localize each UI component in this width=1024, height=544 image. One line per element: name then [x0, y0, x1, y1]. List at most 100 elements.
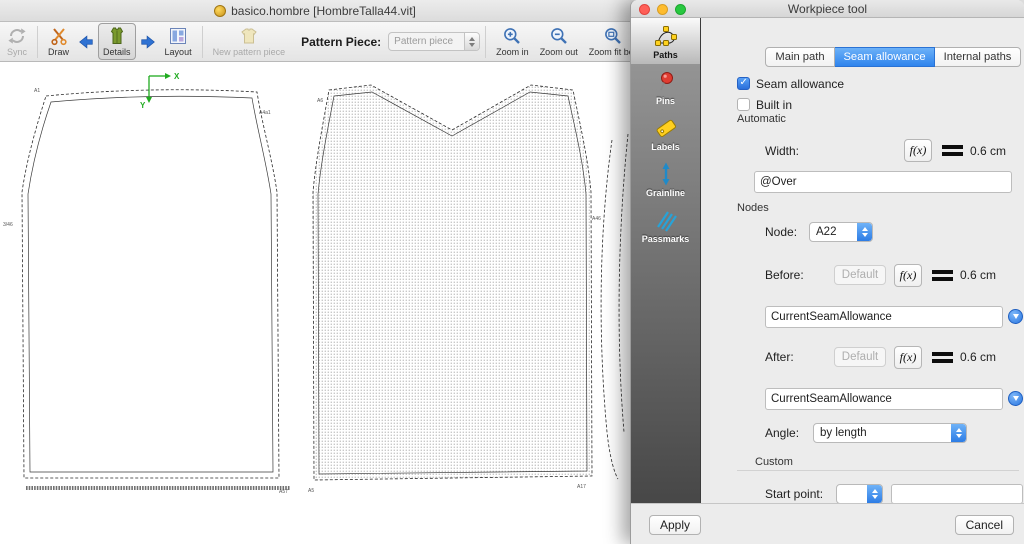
- zoom-fit-icon: [603, 26, 623, 46]
- layout-grid-icon: [168, 26, 188, 46]
- sync-label: Sync: [7, 47, 28, 57]
- close-window-icon[interactable]: [639, 3, 650, 15]
- pattern-piece-caption: Pattern Piece:: [301, 34, 382, 49]
- width-value: 0.6 cm: [970, 144, 1007, 158]
- pattern-app-window: basico.hombre [HombreTalla44.vit] Sync D…: [0, 0, 630, 544]
- sidebar-label-passmarks: Passmarks: [641, 233, 690, 244]
- sidebar-item-labels[interactable]: Labels: [631, 110, 700, 156]
- details-vest-icon: [107, 26, 127, 46]
- after-formula-button[interactable]: f(x): [894, 346, 922, 369]
- workpiece-tool-dialog: Workpiece tool Paths Pins Labels Grainli…: [630, 0, 1024, 544]
- grainline-arrow-icon: [653, 161, 679, 187]
- layout-label: Layout: [164, 47, 192, 57]
- sync-icon: [7, 26, 27, 46]
- zoom-fit-best-button[interactable]: Zoom fit bes: [584, 23, 630, 60]
- seam-allowance-checkbox[interactable]: [737, 77, 750, 90]
- group-divider: [737, 470, 1019, 471]
- pattern-piece-front[interactable]: [312, 84, 593, 481]
- document-icon: [214, 4, 227, 17]
- width-formula-button[interactable]: f(x): [904, 139, 932, 162]
- after-label: After:: [765, 350, 794, 364]
- start-point-label: Start point:: [765, 487, 824, 501]
- axis-y-label: Y: [140, 101, 146, 110]
- details-mode-button[interactable]: Details: [98, 23, 136, 60]
- pattern-piece-combobox[interactable]: Pattern piece: [388, 32, 481, 51]
- new-pattern-piece-label: New pattern piece: [212, 47, 286, 57]
- minimize-window-icon[interactable]: [657, 3, 668, 15]
- pattern-piece-back[interactable]: [21, 89, 290, 490]
- start-point-input[interactable]: [891, 484, 1023, 503]
- sidebar-label-paths: Paths: [653, 49, 678, 60]
- tab-main-path[interactable]: Main path: [765, 47, 835, 67]
- sidebar-item-pins[interactable]: Pins: [631, 64, 700, 110]
- width-formula-input[interactable]: [754, 171, 1012, 193]
- width-label: Width:: [765, 144, 800, 158]
- point-label: 3/46: [3, 222, 13, 228]
- after-formula-input[interactable]: [765, 388, 1003, 410]
- zoom-fit-label: Zoom fit bes: [588, 47, 630, 57]
- start-point-combobox-value: [837, 485, 867, 503]
- apply-button[interactable]: Apply: [649, 515, 702, 535]
- line-weight-icon[interactable]: [942, 143, 963, 158]
- tab-seam-allowance[interactable]: Seam allowance: [835, 47, 935, 67]
- point-label: A4a1: [259, 110, 271, 116]
- expand-formula-icon[interactable]: [1008, 309, 1023, 324]
- point-label: A46: [592, 216, 601, 222]
- main-window-titlebar[interactable]: basico.hombre [HombreTalla44.vit]: [0, 0, 630, 22]
- sidebar-item-grainline[interactable]: Grainline: [631, 156, 700, 202]
- built-in-checkbox-label: Built in: [756, 97, 793, 112]
- zoom-out-button[interactable]: Zoom out: [535, 23, 583, 60]
- node-combobox[interactable]: A22: [809, 222, 873, 242]
- point-label: A1: [34, 88, 40, 94]
- line-weight-icon[interactable]: [932, 268, 953, 283]
- point-label: A17: [577, 484, 586, 490]
- cancel-button[interactable]: Cancel: [954, 515, 1014, 535]
- draw-mode-button[interactable]: Draw: [43, 23, 74, 60]
- expand-formula-icon[interactable]: [1008, 391, 1023, 406]
- pattern-piece-combobox-value: Pattern piece: [394, 36, 454, 47]
- sidebar-item-paths[interactable]: Paths: [631, 18, 700, 64]
- built-in-checkbox[interactable]: [737, 98, 750, 111]
- pattern-piece-partial[interactable]: [600, 133, 629, 480]
- before-formula-button[interactable]: f(x): [894, 264, 922, 287]
- point-label: A57: [279, 489, 288, 495]
- automatic-group-label: Automatic: [737, 113, 786, 125]
- dialog-titlebar[interactable]: Workpiece tool: [631, 0, 1024, 18]
- sync-button[interactable]: Sync: [2, 23, 32, 60]
- combobox-stepper-icon: [867, 485, 882, 503]
- sidebar-label-grainline: Grainline: [645, 187, 685, 198]
- angle-combobox-value: by length: [820, 427, 867, 439]
- combobox-stepper-icon: [464, 33, 480, 50]
- zoom-in-label: Zoom in: [496, 47, 529, 57]
- before-formula-input[interactable]: [765, 306, 1003, 328]
- zoom-window-icon[interactable]: [675, 3, 686, 15]
- dialog-body: Paths Pins Labels Grainline Passmarks Ma…: [631, 18, 1024, 503]
- toolbar-separator: [201, 25, 203, 58]
- traffic-lights: [639, 3, 686, 15]
- start-point-combobox[interactable]: [836, 484, 883, 503]
- origin-axis-icon: X Y: [140, 72, 180, 110]
- before-default-button[interactable]: Default: [834, 265, 886, 285]
- passmarks-icon: [653, 207, 679, 233]
- new-pattern-piece-button[interactable]: New pattern piece: [208, 23, 291, 60]
- after-value: 0.6 cm: [960, 350, 997, 364]
- pin-icon: [653, 69, 679, 95]
- zoom-out-label: Zoom out: [539, 47, 578, 57]
- combobox-stepper-icon: [857, 223, 872, 241]
- mode-arrow-right-icon: [139, 33, 157, 51]
- custom-group-label: Custom: [755, 456, 793, 468]
- tab-internal-paths[interactable]: Internal paths: [935, 47, 1021, 67]
- mode-arrow-left-icon: [77, 33, 95, 51]
- path-tabs: Main path Seam allowance Internal paths: [765, 47, 1021, 67]
- main-window-title: basico.hombre [HombreTalla44.vit]: [231, 3, 416, 18]
- after-default-button[interactable]: Default: [834, 347, 886, 367]
- layout-mode-button[interactable]: Layout: [160, 23, 197, 60]
- paths-icon: [653, 23, 679, 49]
- angle-combobox[interactable]: by length: [813, 423, 967, 443]
- sidebar-item-passmarks[interactable]: Passmarks: [631, 202, 700, 248]
- line-weight-icon[interactable]: [932, 350, 953, 365]
- zoom-in-button[interactable]: Zoom in: [491, 23, 534, 60]
- pattern-canvas[interactable]: X Y A1 A4a1 3/46 A57 A6 A46 A5 A17: [0, 62, 630, 544]
- dialog-content: Main path Seam allowance Internal paths …: [701, 18, 1024, 503]
- seam-allowance-checkbox-label: Seam allowance: [756, 76, 845, 91]
